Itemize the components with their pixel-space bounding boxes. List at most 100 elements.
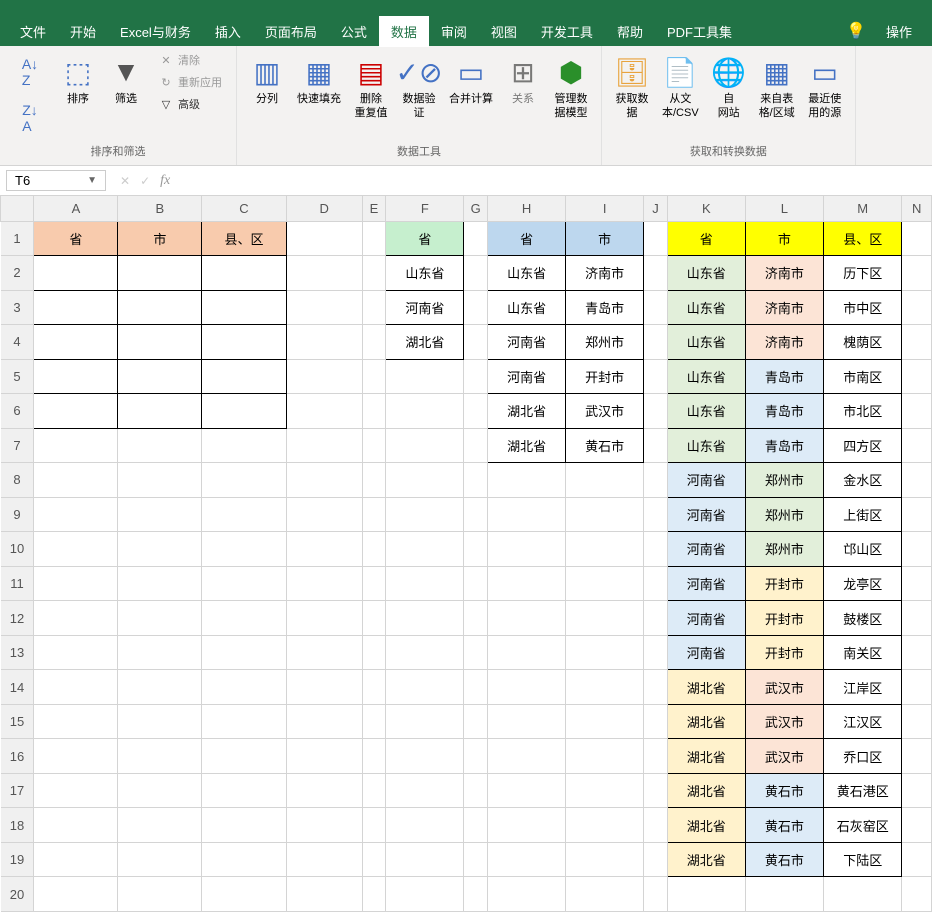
cell-G7[interactable] bbox=[464, 428, 488, 463]
cell-D20[interactable] bbox=[286, 877, 362, 912]
cell-H17[interactable] bbox=[488, 773, 566, 808]
cell-B2[interactable] bbox=[118, 256, 202, 291]
cell-A1[interactable]: 省 bbox=[34, 221, 118, 256]
cell-L2[interactable]: 济南市 bbox=[745, 256, 823, 291]
cell-A13[interactable] bbox=[34, 635, 118, 670]
row-header-17[interactable]: 17 bbox=[1, 773, 34, 808]
cell-H2[interactable]: 山东省 bbox=[488, 256, 566, 291]
row-header-15[interactable]: 15 bbox=[1, 704, 34, 739]
cell-D14[interactable] bbox=[286, 670, 362, 705]
cell-C3[interactable] bbox=[202, 290, 286, 325]
cell-M13[interactable]: 南关区 bbox=[823, 635, 901, 670]
cell-E5[interactable] bbox=[362, 359, 386, 394]
cell-F19[interactable] bbox=[386, 842, 464, 877]
cell-J2[interactable] bbox=[644, 256, 668, 291]
cell-F18[interactable] bbox=[386, 808, 464, 843]
get-data-button[interactable]: 🗄获取数 据 bbox=[610, 50, 654, 124]
menu-tab-5[interactable]: 公式 bbox=[329, 16, 379, 47]
cell-A11[interactable] bbox=[34, 566, 118, 601]
cell-J18[interactable] bbox=[644, 808, 668, 843]
cell-L12[interactable]: 开封市 bbox=[745, 601, 823, 636]
cell-N20[interactable] bbox=[902, 877, 932, 912]
cell-K7[interactable]: 山东省 bbox=[667, 428, 745, 463]
menu-tab-0[interactable]: 文件 bbox=[8, 16, 58, 47]
cell-G15[interactable] bbox=[464, 704, 488, 739]
cell-M5[interactable]: 市南区 bbox=[823, 359, 901, 394]
cell-G9[interactable] bbox=[464, 497, 488, 532]
cell-M15[interactable]: 江汉区 bbox=[823, 704, 901, 739]
cell-F9[interactable] bbox=[386, 497, 464, 532]
spreadsheet-grid[interactable]: ABCDEFGHIJKLMN1省市县、区省省市省市县、区2山东省山东省济南市山东… bbox=[0, 196, 932, 912]
cell-H7[interactable]: 湖北省 bbox=[488, 428, 566, 463]
cell-H16[interactable] bbox=[488, 739, 566, 774]
remove-duplicates-button[interactable]: ▤删除 重复值 bbox=[349, 50, 393, 124]
cell-E17[interactable] bbox=[362, 773, 386, 808]
cell-H13[interactable] bbox=[488, 635, 566, 670]
cell-M19[interactable]: 下陆区 bbox=[823, 842, 901, 877]
row-header-3[interactable]: 3 bbox=[1, 290, 34, 325]
cell-D5[interactable] bbox=[286, 359, 362, 394]
row-header-10[interactable]: 10 bbox=[1, 532, 34, 567]
tell-me-icon[interactable]: 💡 bbox=[846, 21, 866, 41]
cell-I20[interactable] bbox=[566, 877, 644, 912]
cell-L6[interactable]: 青岛市 bbox=[745, 394, 823, 429]
cell-J17[interactable] bbox=[644, 773, 668, 808]
cell-L14[interactable]: 武汉市 bbox=[745, 670, 823, 705]
cell-E2[interactable] bbox=[362, 256, 386, 291]
cell-A5[interactable] bbox=[34, 359, 118, 394]
cell-J9[interactable] bbox=[644, 497, 668, 532]
cell-J20[interactable] bbox=[644, 877, 668, 912]
cell-N17[interactable] bbox=[902, 773, 932, 808]
cell-C19[interactable] bbox=[202, 842, 286, 877]
cell-B5[interactable] bbox=[118, 359, 202, 394]
cell-C14[interactable] bbox=[202, 670, 286, 705]
cell-K18[interactable]: 湖北省 bbox=[667, 808, 745, 843]
cell-B8[interactable] bbox=[118, 463, 202, 498]
cell-C11[interactable] bbox=[202, 566, 286, 601]
cell-C13[interactable] bbox=[202, 635, 286, 670]
menu-tab-3[interactable]: 插入 bbox=[203, 16, 253, 47]
cell-F12[interactable] bbox=[386, 601, 464, 636]
col-header-N[interactable]: N bbox=[902, 196, 932, 221]
cell-H20[interactable] bbox=[488, 877, 566, 912]
cell-E19[interactable] bbox=[362, 842, 386, 877]
cell-L4[interactable]: 济南市 bbox=[745, 325, 823, 360]
cell-I1[interactable]: 市 bbox=[566, 221, 644, 256]
row-header-8[interactable]: 8 bbox=[1, 463, 34, 498]
cell-I8[interactable] bbox=[566, 463, 644, 498]
select-all-corner[interactable] bbox=[1, 196, 34, 221]
cell-N1[interactable] bbox=[902, 221, 932, 256]
cell-B19[interactable] bbox=[118, 842, 202, 877]
cell-N8[interactable] bbox=[902, 463, 932, 498]
cell-E1[interactable] bbox=[362, 221, 386, 256]
cell-A17[interactable] bbox=[34, 773, 118, 808]
cell-M20[interactable] bbox=[823, 877, 901, 912]
cell-G4[interactable] bbox=[464, 325, 488, 360]
cell-L11[interactable]: 开封市 bbox=[745, 566, 823, 601]
cell-K5[interactable]: 山东省 bbox=[667, 359, 745, 394]
cell-J12[interactable] bbox=[644, 601, 668, 636]
from-csv-button[interactable]: 📄从文 本/CSV bbox=[658, 50, 703, 124]
col-header-D[interactable]: D bbox=[286, 196, 362, 221]
row-header-4[interactable]: 4 bbox=[1, 325, 34, 360]
cell-I2[interactable]: 济南市 bbox=[566, 256, 644, 291]
cell-J8[interactable] bbox=[644, 463, 668, 498]
cell-D16[interactable] bbox=[286, 739, 362, 774]
cell-F11[interactable] bbox=[386, 566, 464, 601]
row-header-5[interactable]: 5 bbox=[1, 359, 34, 394]
cell-D3[interactable] bbox=[286, 290, 362, 325]
cell-B14[interactable] bbox=[118, 670, 202, 705]
cell-L20[interactable] bbox=[745, 877, 823, 912]
col-header-G[interactable]: G bbox=[464, 196, 488, 221]
cell-F6[interactable] bbox=[386, 394, 464, 429]
cell-I14[interactable] bbox=[566, 670, 644, 705]
cell-N5[interactable] bbox=[902, 359, 932, 394]
cell-B13[interactable] bbox=[118, 635, 202, 670]
name-box[interactable]: T6 ▼ bbox=[6, 170, 106, 191]
cell-H8[interactable] bbox=[488, 463, 566, 498]
cell-J11[interactable] bbox=[644, 566, 668, 601]
cell-C9[interactable] bbox=[202, 497, 286, 532]
menu-tab-4[interactable]: 页面布局 bbox=[253, 16, 329, 47]
cell-G2[interactable] bbox=[464, 256, 488, 291]
col-header-M[interactable]: M bbox=[823, 196, 901, 221]
